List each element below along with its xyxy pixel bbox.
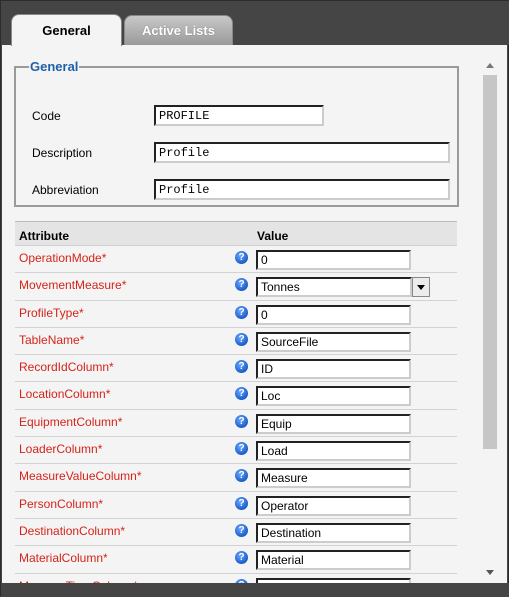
- attribute-label: MeasureValueColumn*: [19, 469, 142, 484]
- value-input[interactable]: Measure: [256, 468, 411, 489]
- attribute-label: RecordIdColumn*: [19, 360, 114, 375]
- description-label: Description: [32, 146, 93, 160]
- general-fieldset: General Code PROFILE Description Profile…: [14, 59, 459, 207]
- table-row: RecordIdColumn*? ID: [15, 354, 457, 382]
- question-mark-icon[interactable]: ?: [235, 414, 248, 428]
- question-mark-icon[interactable]: ?: [235, 251, 248, 264]
- attribute-label: EquipmentColumn*: [19, 414, 123, 429]
- table-row: LocationColumn*? Loc: [15, 381, 457, 409]
- question-mark-icon[interactable]: ?: [235, 360, 248, 374]
- value-input[interactable]: Material: [256, 550, 411, 571]
- attribute-label: ProfileType*: [19, 305, 84, 320]
- attribute-grid: Attribute Value OperationMode*? 0 Movement…: [15, 221, 457, 583]
- question-mark-icon[interactable]: ?: [235, 523, 248, 537]
- scroll-up-icon[interactable]: [486, 63, 494, 68]
- scroll-thumb[interactable]: [483, 75, 497, 449]
- table-row: EquipmentColumn*? Equip: [15, 408, 457, 437]
- attribute-label: TableName*: [19, 332, 85, 347]
- general-legend: General: [30, 59, 79, 74]
- value-input[interactable]: SourceFile: [256, 331, 411, 352]
- table-row: TableName*? SourceFile: [15, 326, 457, 355]
- attribute-label: LocationColumn*: [19, 387, 111, 402]
- abbreviation-label: Abbreviation: [32, 183, 99, 197]
- question-mark-icon[interactable]: ?: [235, 305, 248, 319]
- attribute-label: DestinationColumn*: [19, 523, 126, 538]
- value-input[interactable]: 0: [256, 250, 411, 270]
- question-mark-icon[interactable]: ?: [235, 442, 248, 456]
- value-input[interactable]: Equip: [256, 413, 411, 434]
- tab-general[interactable]: General: [11, 14, 122, 46]
- question-mark-icon[interactable]: ?: [235, 469, 248, 483]
- table-row: MeasureTimeColumn*?: [15, 572, 457, 583]
- tab-bar: General Active Lists: [1, 1, 509, 46]
- code-field[interactable]: PROFILE: [154, 105, 324, 126]
- table-row: MeasureValueColumn*? Measure: [15, 463, 457, 491]
- question-mark-icon[interactable]: ?: [235, 387, 248, 401]
- value-input[interactable]: ID: [256, 359, 411, 380]
- grid-rows: OperationMode*? 0 MovementMeasure*? Tonnes P…: [15, 245, 457, 583]
- table-row: OperationMode*? 0: [15, 245, 457, 273]
- tab-active-lists[interactable]: Active Lists: [124, 15, 233, 45]
- value-input[interactable]: Load: [256, 441, 411, 462]
- window-bottom-strip: [1, 583, 509, 597]
- question-mark-icon[interactable]: ?: [235, 278, 248, 292]
- attribute-label: LoaderColumn*: [19, 442, 103, 457]
- table-row: LoaderColumn*? Load: [15, 436, 457, 464]
- attribute-label: PersonColumn*: [19, 496, 104, 511]
- value-input[interactable]: Destination: [256, 522, 411, 543]
- tab-panel: General Code PROFILE Description Profile…: [2, 45, 507, 583]
- question-mark-icon[interactable]: ?: [235, 332, 248, 346]
- question-mark-icon[interactable]: ?: [235, 551, 248, 565]
- table-row: PersonColumn*? Operator: [15, 490, 457, 518]
- attribute-label: MaterialColumn*: [19, 551, 108, 566]
- question-mark-icon[interactable]: ?: [235, 496, 248, 510]
- grid-header: Attribute Value: [15, 221, 457, 245]
- value-input[interactable]: Operator: [256, 495, 411, 516]
- attribute-column-header: Attribute: [19, 229, 69, 243]
- value-input[interactable]: Loc: [256, 386, 411, 407]
- table-row: MovementMeasure*? Tonnes: [15, 272, 457, 300]
- value-select[interactable]: Tonnes: [256, 277, 412, 298]
- vertical-scrollbar[interactable]: [482, 57, 498, 581]
- attribute-label: OperationMode*: [19, 251, 107, 265]
- table-row: DestinationColumn*? Destination: [15, 517, 457, 546]
- scroll-down-icon[interactable]: [486, 570, 494, 575]
- table-row: ProfileType*? 0: [15, 299, 457, 327]
- table-row: MaterialColumn*? Material: [15, 545, 457, 573]
- attribute-label: MovementMeasure*: [19, 278, 127, 293]
- code-label: Code: [32, 109, 61, 123]
- value-column-header: Value: [257, 229, 289, 243]
- chevron-down-icon[interactable]: [412, 277, 430, 298]
- description-field[interactable]: Profile: [154, 142, 450, 163]
- profile-editor-window: General Active Lists General Code PROFIL…: [0, 0, 509, 597]
- abbreviation-field[interactable]: Profile: [154, 179, 450, 200]
- value-input[interactable]: 0: [256, 304, 411, 325]
